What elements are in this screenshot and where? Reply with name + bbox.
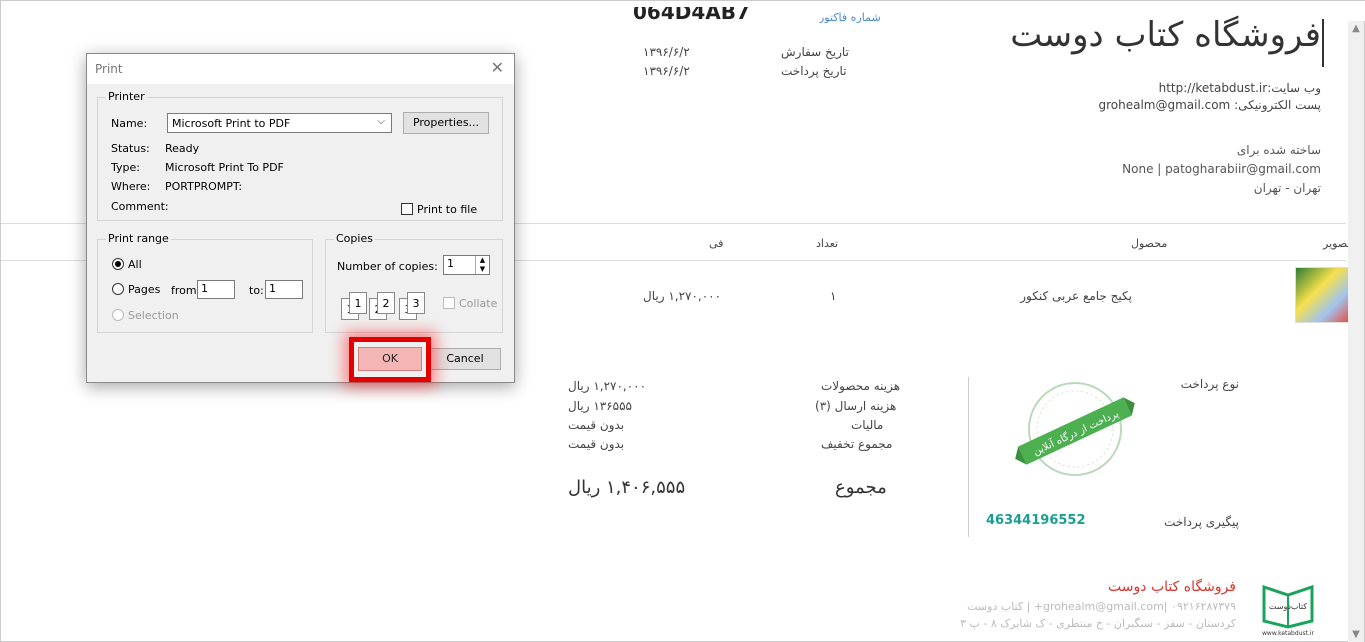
pages-radio[interactable] (112, 283, 124, 295)
summary-label-2: مالیات (851, 418, 884, 432)
scroll-down-icon[interactable]: ▼ (1348, 627, 1364, 642)
payment-stamp: پرداخت از درگاه آنلاین (1015, 382, 1135, 476)
comment-label: Comment: (111, 200, 169, 213)
spinner-icon[interactable]: ▲ ▼ (475, 256, 489, 274)
print-to-file-label: Print to file (417, 203, 478, 216)
from-label: from: (171, 284, 201, 297)
type-label: Type: (111, 161, 140, 174)
dialog-titlebar: Print ✕ (87, 54, 514, 84)
email: پست الکترونیکی: grohealm@gmail.com (1098, 98, 1321, 112)
vertical-scrollbar[interactable]: ▲ ▼ (1348, 21, 1364, 642)
header-product: محصول (1131, 237, 1168, 250)
all-label: All (128, 258, 142, 271)
collate-page-icon: 1 (349, 292, 367, 314)
total-label: مجموع (835, 477, 887, 498)
payment-type-label: نوع پرداخت (1180, 377, 1239, 391)
footer-store: فروشگاه کتاب دوست (1108, 579, 1236, 595)
order-id-label: شماره فاکتور (819, 11, 881, 23)
where-label: Where: (111, 180, 151, 193)
header-qty: تعداد (816, 237, 839, 250)
summary-value-0: ۱,۲۷۰,۰۰۰ ریال (568, 379, 647, 393)
footer-line1: grohealm@gmail.com| ۰۹۲۱۶۲۸۷۳۷۹+ | کتاب … (967, 600, 1236, 613)
stamp-text: پرداخت از درگاه آنلاین (1031, 407, 1121, 458)
payment-date: ۱۳۹۶/۶/۲ (643, 64, 690, 78)
status-label: Status: (111, 142, 150, 155)
copies-legend: Copies (334, 232, 375, 245)
scroll-up-icon[interactable]: ▲ (1348, 21, 1364, 37)
collate-page-icon: 2 (377, 292, 395, 314)
title-cursor-bar (1322, 19, 1324, 67)
order-date: ۱۳۹۶/۶/۲ (643, 45, 690, 59)
order-date-label: تاریخ سفارش (781, 45, 849, 59)
print-dialog: Print ✕ Printer Name: Microsoft Print to… (86, 53, 515, 383)
dialog-title: Print (95, 62, 123, 76)
store-title: فروشگاه کتاب دوست (1010, 15, 1321, 55)
to-label: to: (249, 284, 264, 297)
summary-value-1: ۱۳۶۵۵۵ ریال (568, 399, 632, 413)
ok-button[interactable]: OK (358, 347, 422, 371)
type-value: Microsoft Print To PDF (165, 161, 284, 174)
selection-label: Selection (128, 309, 179, 322)
summary-label-3: مجموع تخفیف (821, 437, 893, 451)
total-value: ۱,۴۰۶,۵۵۵ ریال (568, 477, 686, 498)
city: تهران - تهران (1253, 181, 1321, 195)
header-price: فی (709, 237, 724, 250)
selection-radio[interactable] (112, 309, 124, 321)
cancel-button[interactable]: Cancel (429, 348, 501, 370)
made-for-label: ساخته شده برای (1236, 143, 1321, 157)
svg-text:کتاب‌دوست: کتاب‌دوست (1269, 602, 1307, 611)
printer-name-select[interactable]: Microsoft Print to PDF ⌵ (167, 113, 392, 133)
properties-button[interactable]: Properties... (403, 112, 489, 134)
collate-checkbox[interactable] (443, 297, 455, 309)
separator (968, 377, 969, 537)
pages-label: Pages (128, 283, 161, 296)
print-to-file-checkbox[interactable] (401, 203, 413, 215)
customer: None | patogharabiir@gmail.com (1122, 162, 1321, 176)
header-image: تصویر (1323, 237, 1351, 250)
print-range-legend: Print range (106, 232, 171, 245)
svg-text:www.ketabdust.ir: www.ketabdust.ir (1262, 630, 1315, 637)
row-qty: ۱ (830, 289, 837, 303)
status-value: Ready (165, 142, 200, 155)
close-icon[interactable]: ✕ (491, 58, 504, 77)
order-id: 064D4AB7 (633, 7, 750, 21)
tracking-code: 46344196552 (986, 513, 1086, 528)
payment-date-label: تاریخ پرداخت (781, 64, 847, 78)
footer-line2: کردستان - سقز - سنگبران - خ منتظری - ک ش… (960, 617, 1236, 630)
where-value: PORTPROMPT: (165, 180, 243, 193)
num-copies-label: Number of copies: (337, 260, 438, 273)
summary-value-2: بدون قیمت (568, 418, 625, 432)
ketabdust-logo-icon: کتاب‌دوست www.ketabdust.ir (1262, 581, 1315, 637)
summary-value-3: بدون قیمت (568, 437, 625, 451)
row-price: ۱,۲۷۰,۰۰۰ ریال (643, 289, 722, 303)
row-product: پکیج جامع عربی کنکور (1020, 289, 1132, 303)
printer-name-value: Microsoft Print to PDF (172, 117, 291, 130)
num-copies-value: 1 (447, 257, 454, 270)
tracking-label: پیگیری پرداخت (1164, 515, 1239, 529)
collate-label: Collate (459, 297, 498, 310)
chevron-down-icon: ⌵ (377, 116, 385, 127)
summary-label-1: هزینه ارسال (۳) (815, 399, 897, 413)
name-label: Name: (111, 117, 148, 130)
summary-label-0: هزینه محصولات (821, 379, 901, 393)
from-input[interactable]: 1 (197, 280, 235, 299)
product-thumbnail (1295, 267, 1351, 323)
collate-page-icon: 3 (407, 292, 425, 314)
num-copies-input[interactable]: 1 ▲ ▼ (443, 255, 490, 275)
website: وب سایت:http://ketabdust.ir (1158, 81, 1321, 95)
all-radio[interactable] (112, 258, 124, 270)
to-input[interactable]: 1 (265, 280, 303, 299)
printer-group-legend: Printer (106, 90, 147, 103)
